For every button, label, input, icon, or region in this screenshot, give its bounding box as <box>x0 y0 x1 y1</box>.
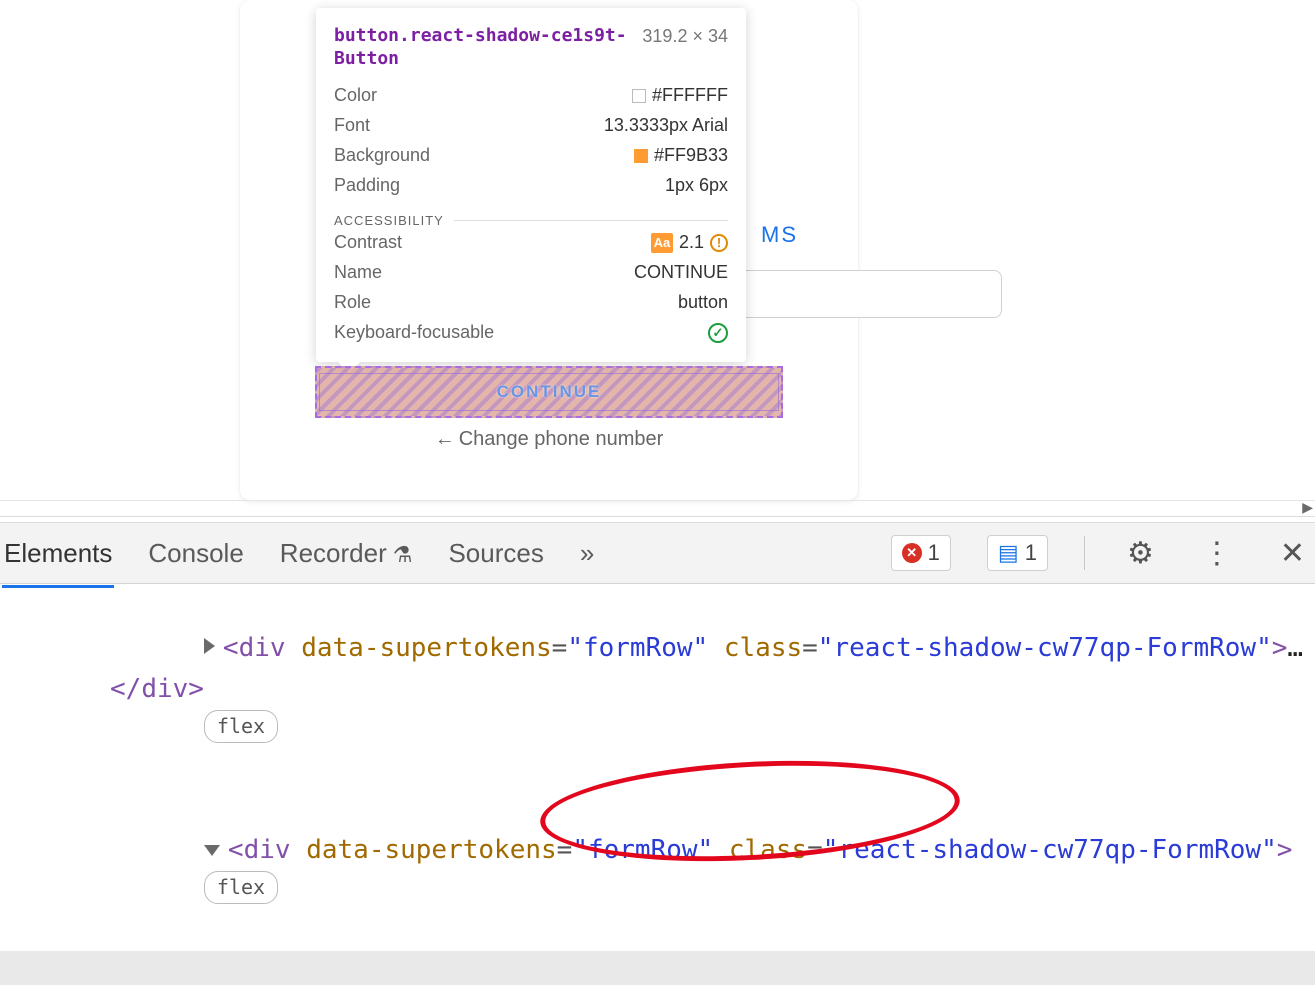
gear-icon[interactable]: ⚙ <box>1121 536 1160 571</box>
tab-elements[interactable]: Elements <box>4 534 112 573</box>
tooltip-row-name: Name CONTINUE <box>334 258 728 288</box>
continue-button-label: CONTINUE <box>497 382 602 402</box>
error-icon: ✕ <box>902 543 922 563</box>
swatch-white <box>632 89 646 103</box>
message-icon: ▤ <box>998 540 1019 566</box>
change-phone-link[interactable]: ←Change phone number <box>240 428 858 451</box>
tooltip-row-kbd: Keyboard-focusable ✓ <box>334 318 728 348</box>
inspector-highlight: CONTINUE <box>315 366 783 418</box>
tooltip-row-color: Color #FFFFFF <box>334 81 728 111</box>
pane-divider[interactable] <box>0 500 1315 501</box>
flex-badge[interactable]: flex <box>204 871 278 904</box>
tooltip-a11y-heading: ACCESSIBILITY <box>334 213 728 228</box>
tooltip-dimensions: 319.2 × 34 <box>642 24 728 47</box>
check-icon: ✓ <box>708 323 728 343</box>
tab-sources[interactable]: Sources <box>448 534 543 573</box>
inspector-tooltip: button.react-shadow-ce1s9t-Button 319.2 … <box>316 8 746 362</box>
devtools-tabbar: Elements Console Recorder⚗ Sources » ✕ 1… <box>0 522 1315 584</box>
message-counter[interactable]: ▤ 1 <box>987 535 1048 571</box>
auth-card: MS button.react-shadow-ce1s9t-Button 319… <box>240 0 858 500</box>
page-preview: MS button.react-shadow-ce1s9t-Button 319… <box>0 0 1315 500</box>
pane-scroll-right-icon[interactable]: ▶ <box>1302 499 1313 516</box>
tabbar-divider <box>1084 536 1085 570</box>
warning-icon: ! <box>710 234 728 252</box>
code-input-outline[interactable] <box>702 270 1002 318</box>
tooltip-row-role: Role button <box>334 288 728 318</box>
tab-recorder[interactable]: Recorder⚗ <box>280 534 413 573</box>
elements-tree[interactable]: <div data-supertokens="formRow" class="r… <box>0 584 1315 985</box>
tooltip-row-padding: Padding 1px 6px <box>334 171 728 201</box>
pane-divider-2 <box>0 516 1315 517</box>
collapse-icon[interactable] <box>204 845 220 856</box>
tooltip-selector: button.react-shadow-ce1s9t-Button <box>334 24 630 71</box>
tooltip-row-background: Background #FF9B33 <box>334 141 728 171</box>
tab-console[interactable]: Console <box>148 534 243 573</box>
dom-node-formrow-1[interactable]: <div data-supertokens="formRow" class="r… <box>0 588 1315 789</box>
viewport: MS button.react-shadow-ce1s9t-Button 319… <box>0 0 1315 985</box>
swatch-orange <box>634 149 648 163</box>
flask-icon: ⚗ <box>393 542 413 567</box>
dom-node-formrow-2[interactable]: <div data-supertokens="formRow" class="r… <box>0 789 1315 950</box>
continue-button[interactable]: CONTINUE <box>319 373 779 411</box>
expand-icon[interactable] <box>204 638 215 654</box>
arrow-left-icon: ← <box>435 428 455 450</box>
tooltip-row-contrast: Contrast Aa 2.1 ! <box>334 228 728 258</box>
error-counter[interactable]: ✕ 1 <box>891 535 951 571</box>
tooltip-row-font: Font 13.3333px Arial <box>334 111 728 141</box>
dom-node-button-selected[interactable]: <button type="submit" data-supertokens="… <box>0 951 1315 985</box>
contrast-aa-badge: Aa <box>651 233 673 253</box>
tabs-overflow[interactable]: » <box>580 534 594 573</box>
resend-sms-fragment[interactable]: MS <box>761 222 798 248</box>
kebab-icon[interactable]: ⋮ <box>1196 536 1238 571</box>
flex-badge[interactable]: flex <box>204 710 278 743</box>
close-icon[interactable]: ✕ <box>1274 536 1311 571</box>
